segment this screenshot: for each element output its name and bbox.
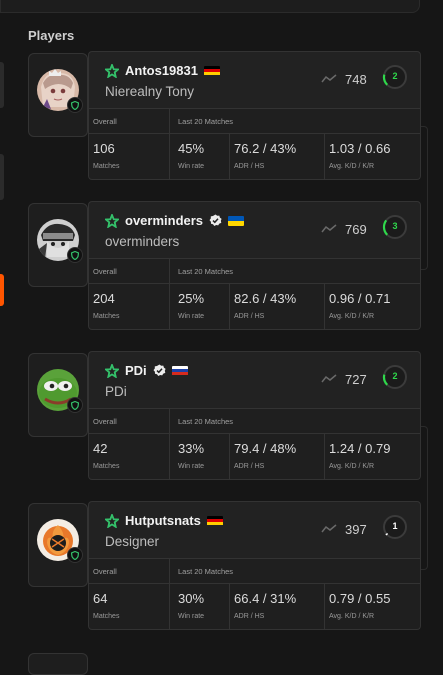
adr-hs-value: 66.4 / 31% [234, 591, 297, 606]
win-rate-value: 45% [178, 141, 205, 156]
win-rate-label: Win rate [178, 313, 205, 320]
last20-header: Last 20 Matches [178, 267, 234, 276]
shield-icon [67, 397, 83, 413]
germany-flag-icon [206, 515, 223, 526]
overall-header: Overall [93, 567, 117, 576]
kd-kr-value: 0.96 / 0.71 [329, 291, 391, 306]
avatar-frame[interactable] [28, 53, 88, 137]
sidebar-bracket [420, 126, 428, 270]
side-tab[interactable] [0, 154, 4, 200]
player-header[interactable]: Antos19831 Nierealny Tony 748 2 [88, 51, 421, 109]
avatar-frame[interactable] [28, 203, 88, 287]
elo-value: 748 [345, 72, 367, 87]
last20-header: Last 20 Matches [178, 567, 234, 576]
elo-value: 769 [345, 222, 367, 237]
player-nickname[interactable]: PDi [125, 363, 147, 378]
kd-kr-label: Avg. K/D / K/R [329, 163, 374, 170]
kd-kr-label: Avg. K/D / K/R [329, 463, 374, 470]
trend-icon [321, 374, 337, 383]
kd-kr-value: 0.79 / 0.55 [329, 591, 391, 606]
adr-hs-value: 76.2 / 43% [234, 141, 297, 156]
player-nickname[interactable]: overminders [125, 213, 203, 228]
player-display-name: PDi [105, 384, 127, 399]
previous-card-edge [0, 0, 420, 13]
section-title: Players [28, 28, 75, 43]
player-display-name: Nierealny Tony [105, 84, 195, 99]
win-rate-value: 25% [178, 291, 205, 306]
matches-label: Matches [93, 613, 120, 620]
win-rate-value: 33% [178, 441, 205, 456]
player-header[interactable]: PDi PDi 727 2 [88, 351, 421, 409]
verified-icon [209, 214, 222, 226]
sidebar-bracket [420, 426, 428, 570]
player-stats: Overall Last 20 Matches 106 Matches 45% … [88, 109, 421, 180]
elo-value: 397 [345, 522, 367, 537]
win-rate-label: Win rate [178, 463, 205, 470]
russia-flag-icon [171, 365, 188, 376]
shield-icon [67, 547, 83, 563]
star-icon [105, 63, 119, 78]
level-number: 1 [392, 521, 398, 531]
player-card[interactable]: overminders overminders 769 3 Overall La… [28, 201, 421, 343]
next-avatar-frame[interactable] [28, 653, 88, 675]
win-rate-value: 30% [178, 591, 205, 606]
overall-header: Overall [93, 417, 117, 426]
adr-hs-label: ADR / HS [234, 163, 265, 170]
crown-icon [48, 64, 62, 82]
avatar-frame[interactable] [28, 503, 88, 587]
win-rate-label: Win rate [178, 613, 205, 620]
player-nickname[interactable]: Antos19831 [125, 63, 198, 78]
adr-hs-value: 82.6 / 43% [234, 291, 297, 306]
trend-icon [321, 74, 337, 83]
kd-kr-label: Avg. K/D / K/R [329, 613, 374, 620]
germany-flag-icon [203, 65, 220, 76]
adr-hs-label: ADR / HS [234, 463, 265, 470]
kd-kr-value: 1.24 / 0.79 [329, 441, 391, 456]
player-header[interactable]: overminders overminders 769 3 [88, 201, 421, 259]
verified-icon [153, 364, 166, 376]
last20-header: Last 20 Matches [178, 117, 234, 126]
matches-value: 64 [93, 591, 108, 606]
kd-kr-value: 1.03 / 0.66 [329, 141, 391, 156]
overall-header: Overall [93, 267, 117, 276]
player-card[interactable]: Hutputsnats Designer 397 1 Overall Last … [28, 501, 421, 643]
side-tab[interactable] [0, 62, 4, 108]
level-number: 2 [392, 371, 398, 381]
elo-value: 727 [345, 372, 367, 387]
adr-hs-label: ADR / HS [234, 313, 265, 320]
matches-value: 106 [93, 141, 115, 156]
win-rate-label: Win rate [178, 163, 205, 170]
player-card[interactable]: PDi PDi 727 2 Overall Last 20 Matches 42… [28, 351, 421, 493]
matches-label: Matches [93, 163, 120, 170]
kd-kr-label: Avg. K/D / K/R [329, 313, 374, 320]
matches-value: 204 [93, 291, 115, 306]
level-number: 3 [392, 221, 398, 231]
star-icon [105, 363, 119, 378]
player-nickname[interactable]: Hutputsnats [125, 513, 201, 528]
player-display-name: overminders [105, 234, 180, 249]
star-icon [105, 513, 119, 528]
level-number: 2 [392, 71, 398, 81]
side-tab-active[interactable] [0, 274, 4, 306]
avatar-frame[interactable] [28, 353, 88, 437]
trend-icon [321, 524, 337, 533]
player-stats: Overall Last 20 Matches 204 Matches 25% … [88, 259, 421, 330]
shield-icon [67, 97, 83, 113]
player-card[interactable]: Antos19831 Nierealny Tony 748 2 Overall … [28, 51, 421, 193]
shield-icon [67, 247, 83, 263]
adr-hs-label: ADR / HS [234, 613, 265, 620]
matches-label: Matches [93, 313, 120, 320]
adr-hs-value: 79.4 / 48% [234, 441, 297, 456]
overall-header: Overall [93, 117, 117, 126]
player-stats: Overall Last 20 Matches 42 Matches 33% W… [88, 409, 421, 480]
trend-icon [321, 224, 337, 233]
last20-header: Last 20 Matches [178, 417, 234, 426]
star-icon [105, 213, 119, 228]
player-stats: Overall Last 20 Matches 64 Matches 30% W… [88, 559, 421, 630]
player-header[interactable]: Hutputsnats Designer 397 1 [88, 501, 421, 559]
matches-label: Matches [93, 463, 120, 470]
matches-value: 42 [93, 441, 108, 456]
ukraine-flag-icon [228, 215, 245, 226]
player-display-name: Designer [105, 534, 160, 549]
